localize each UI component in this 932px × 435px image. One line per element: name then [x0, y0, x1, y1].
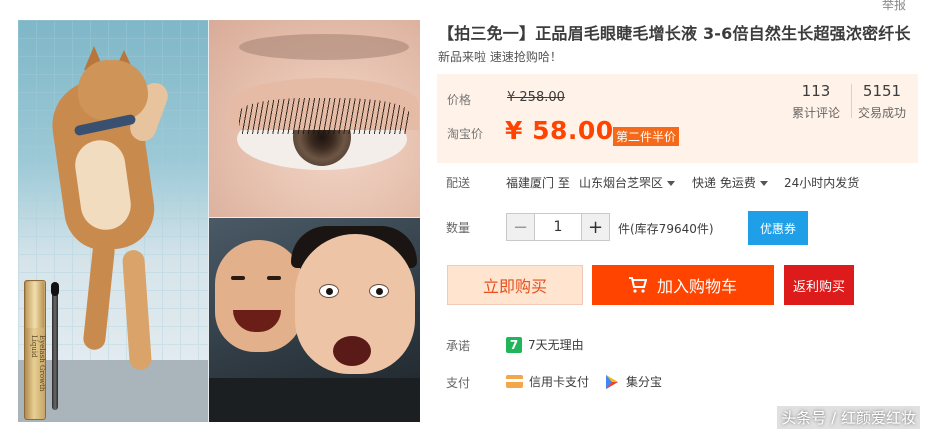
promise-label: 承诺 [446, 339, 471, 353]
face-right-pupil [326, 288, 333, 295]
rebate-buy-button[interactable]: 返利购买 [784, 265, 854, 305]
dispatch-time: 24小时内发货 [784, 176, 860, 190]
dropdown-triangle-icon [759, 181, 768, 186]
jifenbao-payment[interactable]: 集分宝 [604, 373, 662, 390]
quantity-decrease-button[interactable]: − [507, 214, 535, 240]
credit-card-payment[interactable]: 信用卡支付 [506, 373, 589, 390]
credit-card-text: 信用卡支付 [529, 375, 590, 389]
deals-count: 5151 [862, 82, 902, 100]
deals-stat: 5151 交易成功 [852, 82, 912, 121]
shipping-label: 配送 [446, 176, 471, 190]
product-subtitle: 新品来啦 速速抢购哈！ [438, 50, 562, 64]
eyebrow [239, 34, 409, 60]
ship-to-selector[interactable]: 山东烟台芝罘区 [579, 174, 676, 191]
serum-bottle-cap [26, 282, 44, 328]
buy-now-button[interactable]: 立即购买 [447, 265, 583, 305]
add-to-cart-button[interactable]: 加入购物车 [592, 265, 774, 305]
jifenbao-icon [606, 374, 618, 389]
quantity-label: 数量 [446, 221, 471, 235]
add-to-cart-label: 加入购物车 [656, 277, 737, 296]
stock-info: 件(库存79640件) [618, 222, 714, 236]
seven-day-text: 7天无理由 [528, 338, 584, 352]
product-title: 【拍三免一】正品眉毛眼睫毛增长液 3-6倍自然生长超强浓密纤长 [438, 24, 911, 43]
reviews-count: 113 [801, 82, 831, 100]
quantity-increase-button[interactable]: + [581, 214, 609, 240]
payment-label: 支付 [446, 376, 471, 390]
watermark: 头条号 / 红颜爱红妆 [777, 406, 920, 429]
face-left-eye [267, 276, 281, 280]
credit-card-icon [506, 375, 523, 388]
surprised-faces-photo [209, 218, 420, 422]
cart-icon [628, 277, 647, 293]
report-link[interactable]: 举报 [882, 0, 906, 13]
serum-wand-tip [51, 282, 59, 296]
taobao-price-label: 淘宝价 [447, 127, 484, 141]
coupon-button[interactable]: 优惠券 [748, 211, 808, 245]
jifenbao-text: 集分宝 [626, 375, 663, 389]
face-right-pupil [376, 288, 383, 295]
seven-day-icon: 7 [506, 336, 522, 353]
ship-method: 快递 免运费 [692, 176, 756, 190]
dog-photo: Eyelash Growth Liquid [18, 20, 208, 422]
face-right-mouth [333, 336, 371, 366]
eyelash-closeup-photo [209, 20, 420, 217]
reviews-label: 累计评论 [791, 106, 840, 120]
price-label: 价格 [447, 93, 472, 107]
floor [18, 360, 208, 422]
serum-bottle-label: Eyelash Growth Liquid [30, 335, 46, 392]
serum-wand [52, 292, 58, 410]
face-left [215, 240, 303, 352]
face-left-eye [231, 276, 245, 280]
dropdown-triangle-icon [667, 181, 676, 186]
current-price: ¥ 58.00 [505, 116, 614, 145]
ship-from: 福建厦门 至 [506, 176, 570, 190]
product-gallery[interactable]: Eyelash Growth Liquid [18, 20, 420, 422]
price-panel: 价格 ¥ 258.00 淘宝价 ¥ 58.00 第二件半价 113 累计评论 5… [437, 74, 918, 163]
dog-head [78, 60, 148, 120]
seven-day-return[interactable]: 7 7天无理由 [506, 336, 584, 353]
suit [209, 378, 420, 422]
promo-badge: 第二件半价 [613, 127, 680, 146]
original-price: ¥ 258.00 [507, 90, 565, 105]
quantity-stepper: − + [506, 213, 610, 241]
reviews-stat[interactable]: 113 累计评论 [786, 82, 846, 121]
quantity-input[interactable] [535, 214, 581, 240]
eyelashes [239, 98, 409, 134]
ship-method-selector[interactable]: 快递 免运费 [692, 174, 768, 191]
deals-label: 交易成功 [857, 106, 906, 120]
ship-to: 山东烟台芝罘区 [579, 176, 664, 190]
